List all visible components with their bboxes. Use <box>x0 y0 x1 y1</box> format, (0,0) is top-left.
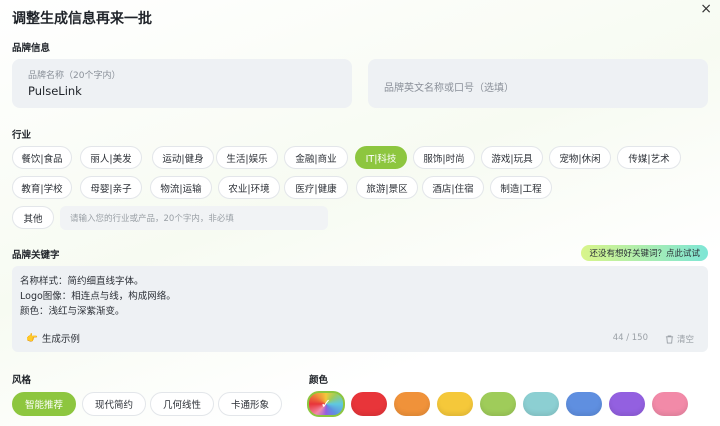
color-swatch-pink[interactable] <box>652 392 688 416</box>
industry-chip[interactable]: IT|科技 <box>355 146 407 169</box>
color-swatch-teal[interactable] <box>523 392 559 416</box>
industry-chip[interactable]: 金融|商业 <box>284 146 348 169</box>
color-swatch-green[interactable] <box>480 392 516 416</box>
industry-chip[interactable]: 农业|环境 <box>218 176 280 199</box>
brand-name-value[interactable]: PulseLink <box>28 84 82 98</box>
industry-chip[interactable]: 旅游|景区 <box>356 176 418 199</box>
style-chip[interactable]: 现代简约 <box>82 392 146 416</box>
color-swatch-yellow[interactable] <box>437 392 473 416</box>
color-label: 颜色 <box>309 375 329 386</box>
style-chip[interactable]: 几何线性 <box>150 392 214 416</box>
industry-chip[interactable]: 制造|工程 <box>490 176 552 199</box>
industry-chip[interactable]: 酒店|住宿 <box>422 176 484 199</box>
industry-chip[interactable]: 宠物|休闲 <box>549 146 611 169</box>
clear-button[interactable]: 清空 <box>665 333 694 345</box>
brand-info-label: 品牌信息 <box>12 43 51 54</box>
color-swatch-purple[interactable] <box>609 392 645 416</box>
generate-example-button[interactable]: 👉 生成示例 <box>26 331 80 346</box>
generate-example-label: 生成示例 <box>41 334 80 345</box>
style-label: 风格 <box>12 375 32 386</box>
brand-name-label: 品牌名称（20个字内） <box>28 71 121 81</box>
industry-chip[interactable]: 母婴|亲子 <box>80 176 142 199</box>
industry-chip[interactable]: 服饰|时尚 <box>413 146 475 169</box>
check-icon: ✓ <box>320 396 332 412</box>
industry-chip[interactable]: 生活|娱乐 <box>216 146 278 169</box>
clear-label: 清空 <box>676 335 694 345</box>
pointing-hand-icon: 👉 <box>26 332 38 344</box>
style-chip[interactable]: 卡通形象 <box>218 392 282 416</box>
industry-label: 行业 <box>12 130 32 141</box>
industry-chip[interactable]: 餐饮|食品 <box>12 146 72 169</box>
trash-icon <box>665 334 674 344</box>
brand-english-placeholder: 品牌英文名称或口号（选填） <box>384 83 514 94</box>
brand-name-field[interactable]: 品牌名称（20个字内） PulseLink <box>12 59 352 108</box>
close-icon[interactable]: × <box>700 2 712 16</box>
industry-chip[interactable]: 传媒|艺术 <box>617 146 681 169</box>
industry-other-input[interactable]: 请输入您的行业或产品，20个字内，非必填 <box>60 206 328 230</box>
keywords-hint-badge[interactable]: 还没有想好关键词？点此试试 <box>581 245 708 261</box>
color-swatch-blue[interactable] <box>566 392 602 416</box>
industry-other-chip[interactable]: 其他 <box>12 206 54 229</box>
keywords-box[interactable]: 名称样式：简约细直线字体。 Logo图像：相连点与线，构成网络。 颜色：浅红与深… <box>12 266 708 352</box>
color-swatch-orange[interactable] <box>394 392 430 416</box>
color-swatch-red[interactable] <box>351 392 387 416</box>
keywords-counter: 44 / 150 <box>612 333 648 343</box>
industry-chip[interactable]: 医疗|健康 <box>284 176 348 199</box>
industry-chip[interactable]: 教育|学校 <box>12 176 72 199</box>
keywords-text[interactable]: 名称样式：简约细直线字体。 Logo图像：相连点与线，构成网络。 颜色：浅红与深… <box>20 274 176 319</box>
color-swatch-rainbow[interactable]: ✓ <box>307 391 345 417</box>
industry-chip[interactable]: 游戏|玩具 <box>481 146 543 169</box>
industry-chip[interactable]: 丽人|美发 <box>80 146 142 169</box>
keywords-label: 品牌关键字 <box>12 250 60 261</box>
industry-chip[interactable]: 物流|运输 <box>150 176 212 199</box>
style-chip[interactable]: 智能推荐 <box>12 392 76 416</box>
dialog-title: 调整生成信息再来一批 <box>12 11 152 27</box>
brand-english-field[interactable]: 品牌英文名称或口号（选填） <box>368 59 708 108</box>
industry-chip[interactable]: 运动|健身 <box>152 146 214 169</box>
